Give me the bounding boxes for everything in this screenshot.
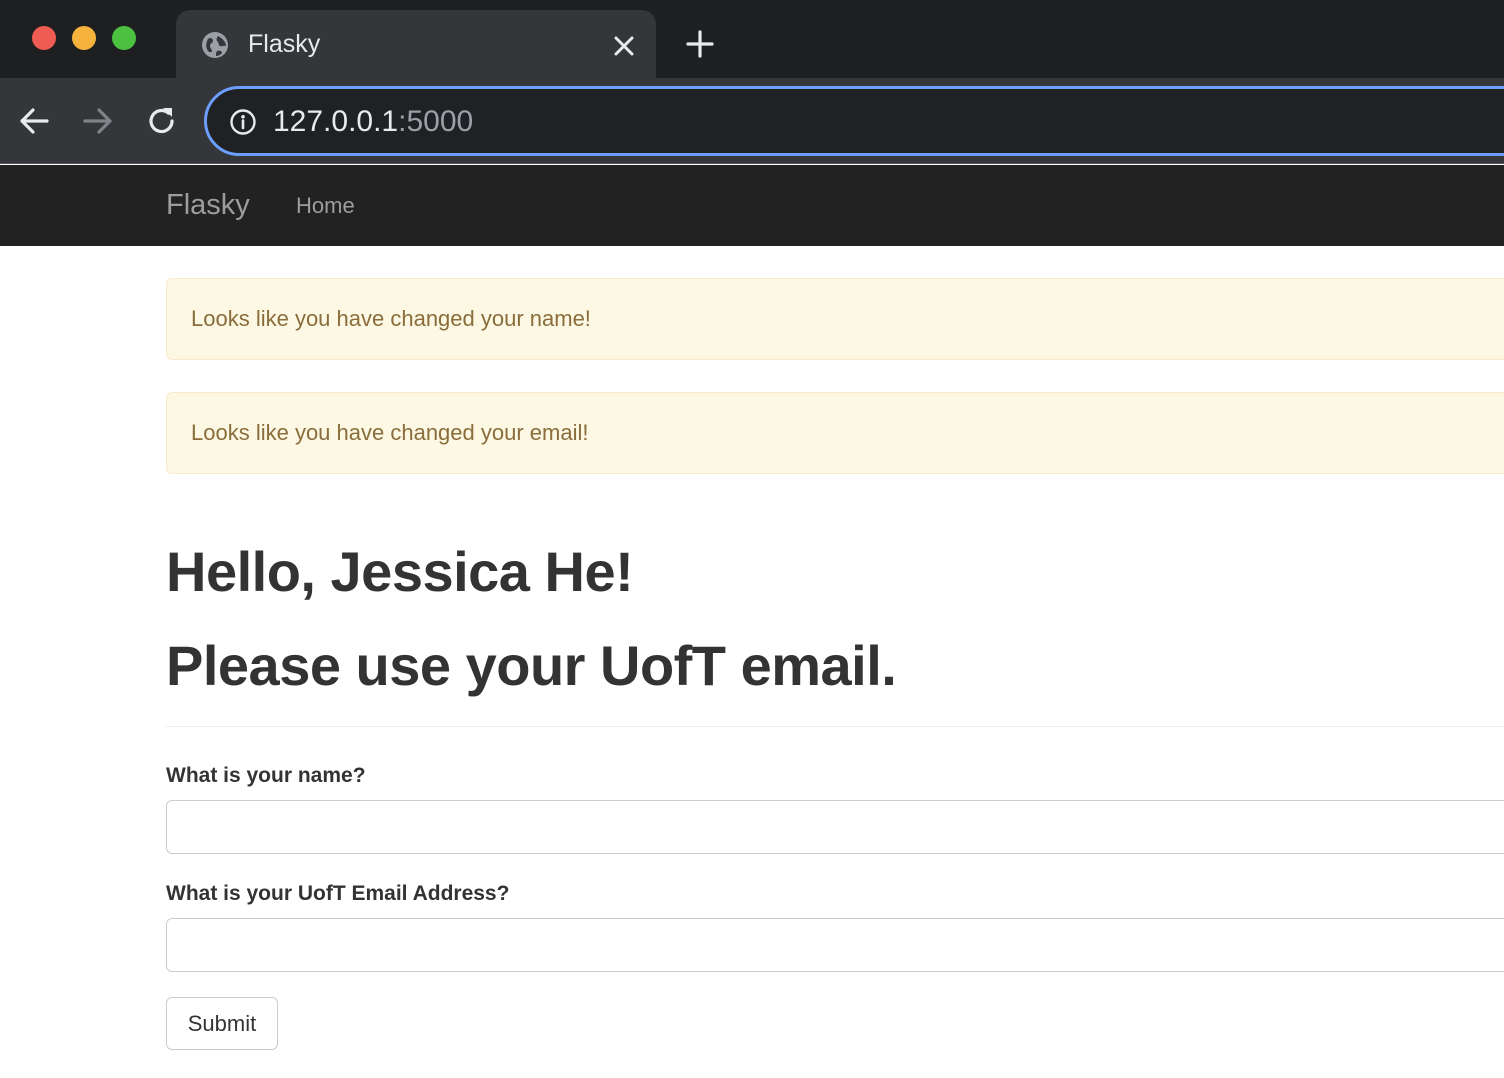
- arrow-left-icon[interactable]: [15, 102, 53, 140]
- close-window-button[interactable]: [32, 26, 56, 50]
- name-field[interactable]: [166, 800, 1504, 854]
- close-icon[interactable]: [610, 32, 638, 60]
- plus-icon[interactable]: [684, 28, 716, 60]
- info-icon[interactable]: [229, 108, 257, 136]
- reload-icon[interactable]: [143, 102, 181, 140]
- arrow-right-icon[interactable]: [79, 102, 117, 140]
- flash-alert: Looks like you have changed your name!: [166, 278, 1504, 360]
- nav-link-home[interactable]: Home: [296, 192, 355, 220]
- browser-tabstrip: Flasky: [0, 0, 1504, 78]
- address-bar[interactable]: 127.0.0.1:5000: [204, 86, 1504, 156]
- globe-icon: [202, 32, 228, 58]
- divider: [166, 726, 1504, 727]
- browser-tab[interactable]: Flasky: [176, 10, 656, 78]
- tab-title: Flasky: [248, 30, 321, 58]
- url-port: :5000: [398, 105, 474, 138]
- email-label: What is your UofT Email Address?: [166, 882, 510, 905]
- url-text: 127.0.0.1:5000: [273, 104, 473, 140]
- url-host: 127.0.0.1: [273, 105, 399, 138]
- browser-toolbar: 127.0.0.1:5000: [0, 78, 1504, 164]
- name-label: What is your name?: [166, 764, 366, 787]
- maximize-window-button[interactable]: [112, 26, 136, 50]
- notice-heading: Please use your UofT email.: [166, 634, 897, 697]
- flash-alert: Looks like you have changed your email!: [166, 392, 1504, 474]
- navbar-brand[interactable]: Flasky: [166, 187, 250, 223]
- site-navbar: Flasky Home: [0, 165, 1504, 246]
- minimize-window-button[interactable]: [72, 26, 96, 50]
- greeting-heading: Hello, Jessica He!: [166, 540, 634, 603]
- email-field[interactable]: [166, 918, 1504, 972]
- submit-button[interactable]: Submit: [166, 997, 278, 1050]
